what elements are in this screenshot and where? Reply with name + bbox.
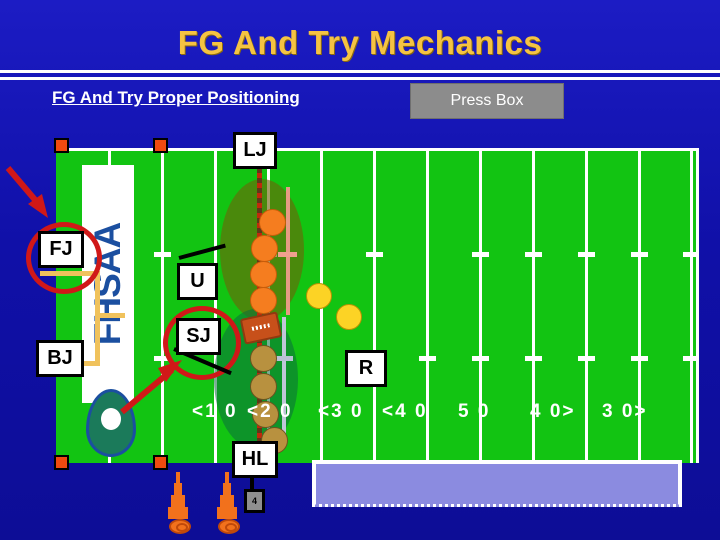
red-arrow-to-side-judge	[120, 360, 182, 415]
red-arrow-to-field-judge	[5, 166, 48, 218]
sideline-cone-icon	[167, 472, 191, 534]
hash-mark	[683, 252, 696, 257]
sideline-cone-icon	[216, 472, 240, 534]
hash-mark	[419, 356, 436, 361]
player-dot-offense	[259, 209, 286, 236]
goalpost-upright	[95, 271, 100, 366]
yard-number: 3 0>	[602, 401, 648, 422]
official-label-hl[interactable]: HL	[232, 441, 278, 478]
hash-mark	[683, 356, 696, 361]
official-label-lj[interactable]: LJ	[233, 132, 277, 169]
official-label-u[interactable]: U	[177, 263, 218, 300]
player-dot-defense	[250, 345, 277, 372]
yard-number: <4 0	[382, 401, 428, 422]
hash-mark	[631, 356, 648, 361]
official-label-bj[interactable]: BJ	[36, 340, 84, 377]
corner-pylon	[54, 138, 69, 153]
header-divider-top	[0, 70, 720, 73]
yard-number: <2 0	[247, 401, 293, 422]
hash-mark	[154, 252, 171, 257]
hash-mark	[366, 252, 383, 257]
goalpost-arm	[95, 313, 125, 318]
hash-mark	[525, 252, 542, 257]
corner-pylon	[153, 138, 168, 153]
hash-mark	[525, 356, 542, 361]
offense-hash-tick	[278, 252, 297, 257]
player-dot-offense	[251, 235, 278, 262]
page-title: FG And Try Mechanics	[177, 24, 543, 61]
corner-pylon	[153, 455, 168, 470]
player-dot-wing	[306, 283, 332, 309]
subtitle-link[interactable]: FG And Try Proper Positioning	[52, 88, 300, 108]
yard-line	[585, 151, 588, 463]
yard-number: <3 0	[318, 401, 364, 422]
hash-mark	[631, 252, 648, 257]
player-dot-wing	[336, 304, 362, 330]
yard-number: 4 0>	[530, 401, 576, 422]
yard-number: 5 0	[458, 401, 491, 422]
player-dot-defense	[250, 373, 277, 400]
offense-reference-line	[286, 187, 290, 315]
player-dot-offense	[250, 261, 277, 288]
hash-mark	[578, 356, 595, 361]
hash-mark	[472, 252, 489, 257]
player-dot-offense	[250, 287, 277, 314]
yard-line	[690, 151, 693, 463]
hash-mark	[472, 356, 489, 361]
press-box-button[interactable]: Press Box	[410, 83, 564, 119]
team-bench-area	[312, 460, 682, 507]
umpire-leader-line	[178, 243, 226, 260]
yard-line	[373, 151, 376, 463]
official-label-sj[interactable]: SJ	[176, 318, 221, 355]
hash-mark	[578, 252, 595, 257]
official-label-r[interactable]: R	[345, 350, 387, 387]
chain-crew-marker[interactable]: 4	[244, 489, 265, 513]
official-label-fj[interactable]: FJ	[38, 231, 84, 268]
corner-pylon	[54, 455, 69, 470]
slide-canvas: FG And Try Mechanics FG And Try Proper P…	[0, 0, 720, 540]
header-divider-bottom	[0, 77, 720, 80]
